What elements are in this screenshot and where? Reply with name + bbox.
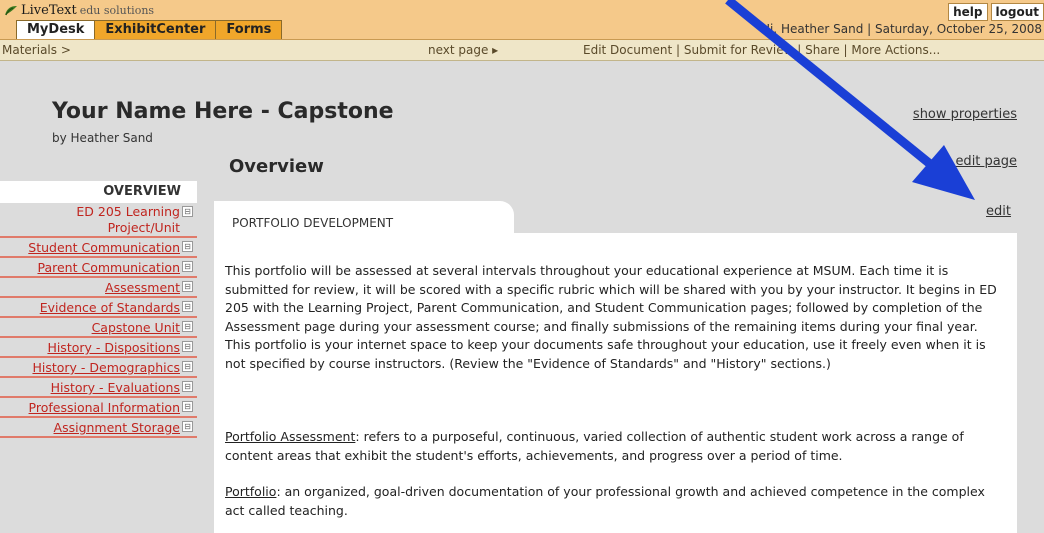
sidebar-item-history-demographics[interactable]: History - Demographics ⊟ [0, 358, 197, 378]
materials-breadcrumb[interactable]: Materials > [2, 43, 71, 57]
top-header: LiveText edu solutions help logout MyDes… [0, 0, 1044, 40]
definition-portfolio: Portfolio: an organized, goal-driven doc… [225, 483, 1000, 520]
expand-icon[interactable]: ⊟ [182, 361, 193, 372]
expand-icon[interactable]: ⊟ [182, 421, 193, 432]
logout-button[interactable]: logout [990, 3, 1044, 21]
expand-icon[interactable]: ⊟ [182, 321, 193, 332]
expand-icon[interactable]: ⊟ [182, 381, 193, 392]
sidebar-item-label: History - Evaluations [50, 380, 180, 395]
sidebar-item-label: Evidence of Standards [39, 300, 180, 315]
tab-mydesk[interactable]: MyDesk [16, 20, 96, 39]
sidebar-item-label: Parent Communication [37, 260, 180, 275]
sidebar: OVERVIEW ED 205 Learning Project/Unit ⊟ … [0, 181, 197, 438]
panel-tab-label[interactable]: PORTFOLIO DEVELOPMENT [232, 216, 393, 230]
main-tabs: MyDesk ExhibitCenter Forms [16, 20, 283, 39]
definition-portfolio-assessment: Portfolio Assessment: refers to a purpos… [225, 428, 1015, 465]
sidebar-item-label: Capstone Unit [91, 320, 180, 335]
edit-page-link[interactable]: edit page [955, 154, 1017, 169]
sidebar-item-capstone-unit[interactable]: Capstone Unit ⊟ [0, 318, 197, 338]
leaf-logo-icon [5, 6, 17, 16]
expand-icon[interactable]: ⊟ [182, 261, 193, 272]
tab-forms[interactable]: Forms [215, 20, 283, 39]
expand-icon[interactable]: ⊟ [182, 401, 193, 412]
document-actions[interactable]: Edit Document | Submit for Review | Shar… [583, 43, 940, 57]
tab-exhibitcenter[interactable]: ExhibitCenter [94, 20, 217, 39]
sub-navigation: Materials > next page ▸ Edit Document | … [0, 40, 1044, 61]
title-area: Your Name Here - Capstone by Heather San… [0, 61, 1044, 177]
sidebar-item-assessment[interactable]: Assessment ⊟ [0, 278, 197, 298]
sidebar-item-professional-information[interactable]: Professional Information ⊟ [0, 398, 197, 418]
top-links: help logout [948, 3, 1044, 21]
expand-icon[interactable]: ⊟ [182, 301, 193, 312]
expand-icon[interactable]: ⊟ [182, 206, 193, 217]
definition-text: : an organized, goal-driven documentatio… [225, 484, 985, 518]
sidebar-item-label: ED 205 Learning Project/Unit [76, 204, 180, 235]
sidebar-item-label: History - Demographics [32, 360, 180, 375]
brand-name: LiveText [21, 3, 77, 18]
section-title: Overview [229, 156, 324, 177]
expand-icon[interactable]: ⊟ [182, 341, 193, 352]
next-page-link[interactable]: next page ▸ [428, 43, 498, 57]
expand-icon[interactable]: ⊟ [182, 241, 193, 252]
sidebar-item-label: Student Communication [28, 240, 180, 255]
sidebar-item-overview[interactable]: OVERVIEW [0, 181, 197, 203]
edit-link[interactable]: edit [986, 204, 1011, 219]
user-greeting: Hi, Heather Sand | Saturday, October 25,… [760, 22, 1042, 36]
author-byline: by Heather Sand [52, 131, 153, 145]
definition-term: Portfolio [225, 484, 277, 499]
sidebar-item-history-evaluations[interactable]: History - Evaluations ⊟ [0, 378, 197, 398]
sidebar-item-label: Assignment Storage [53, 420, 180, 435]
expand-icon[interactable]: ⊟ [182, 281, 193, 292]
sidebar-item-parent-communication[interactable]: Parent Communication ⊟ [0, 258, 197, 278]
definition-term: Portfolio Assessment [225, 429, 356, 444]
sidebar-item-label: History - Dispositions [47, 340, 180, 355]
sidebar-item-learning-project[interactable]: ED 205 Learning Project/Unit ⊟ [0, 203, 197, 238]
sidebar-item-history-dispositions[interactable]: History - Dispositions ⊟ [0, 338, 197, 358]
intro-paragraph: This portfolio will be assessed at sever… [225, 263, 997, 371]
sidebar-item-label: Assessment [105, 280, 180, 295]
sidebar-item-evidence-of-standards[interactable]: Evidence of Standards ⊟ [0, 298, 197, 318]
page-title: Your Name Here - Capstone [52, 99, 394, 124]
sidebar-item-student-communication[interactable]: Student Communication ⊟ [0, 238, 197, 258]
sidebar-item-label: Professional Information [28, 400, 180, 415]
help-button[interactable]: help [948, 3, 988, 21]
brand-suffix: edu solutions [79, 4, 155, 17]
show-properties-link[interactable]: show properties [913, 107, 1017, 122]
sidebar-item-assignment-storage[interactable]: Assignment Storage ⊟ [0, 418, 197, 438]
livetext-logo[interactable]: LiveText edu solutions [4, 3, 154, 18]
